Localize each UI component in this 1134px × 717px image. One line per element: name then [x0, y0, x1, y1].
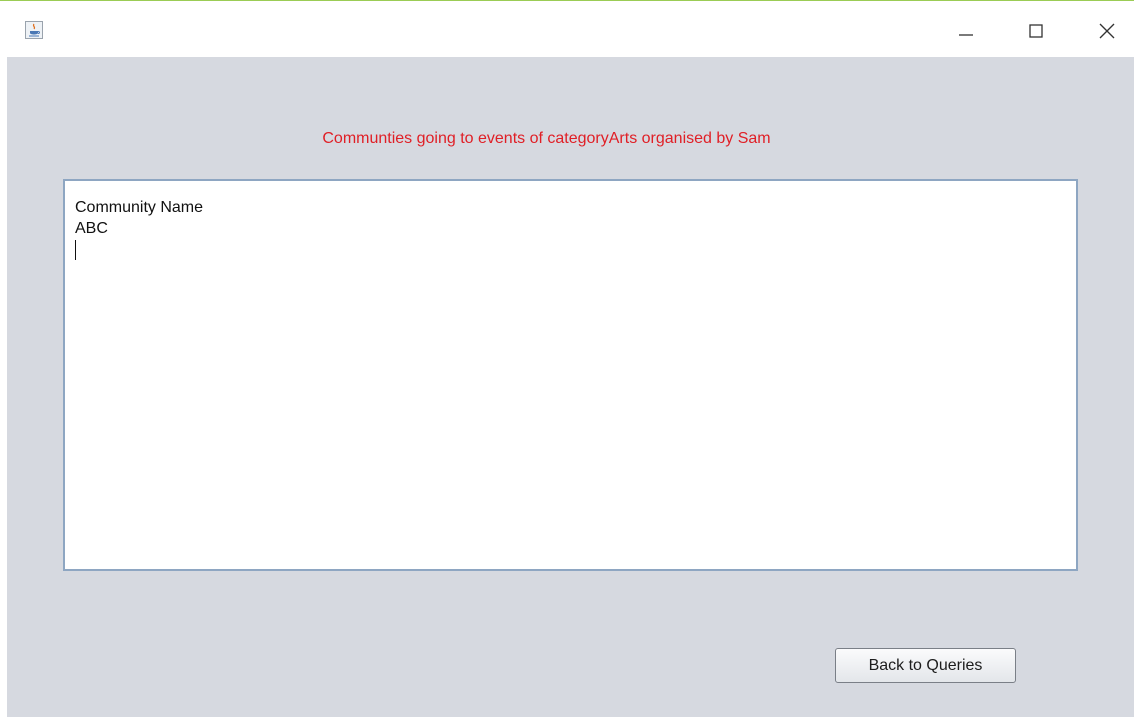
results-textarea[interactable]: Community Name ABC	[63, 179, 1078, 571]
close-button[interactable]	[1091, 15, 1123, 47]
titlebar[interactable]	[0, 1, 1134, 57]
maximize-icon	[1029, 24, 1043, 38]
minimize-icon	[959, 34, 973, 36]
app-window: Communties going to events of categoryAr…	[0, 0, 1134, 717]
close-icon	[1099, 23, 1115, 39]
results-text: Community Name ABC	[75, 197, 203, 260]
back-to-queries-button[interactable]: Back to Queries	[835, 648, 1016, 683]
minimize-button[interactable]	[950, 15, 982, 47]
results-line: ABC	[75, 220, 108, 237]
maximize-button[interactable]	[1020, 15, 1052, 47]
java-app-icon[interactable]	[25, 21, 43, 39]
results-line: Community Name	[75, 199, 204, 216]
content-panel: Communties going to events of categoryAr…	[7, 57, 1134, 717]
caret-line	[75, 239, 203, 260]
text-caret	[75, 240, 76, 260]
results-heading: Communties going to events of categoryAr…	[322, 130, 771, 147]
